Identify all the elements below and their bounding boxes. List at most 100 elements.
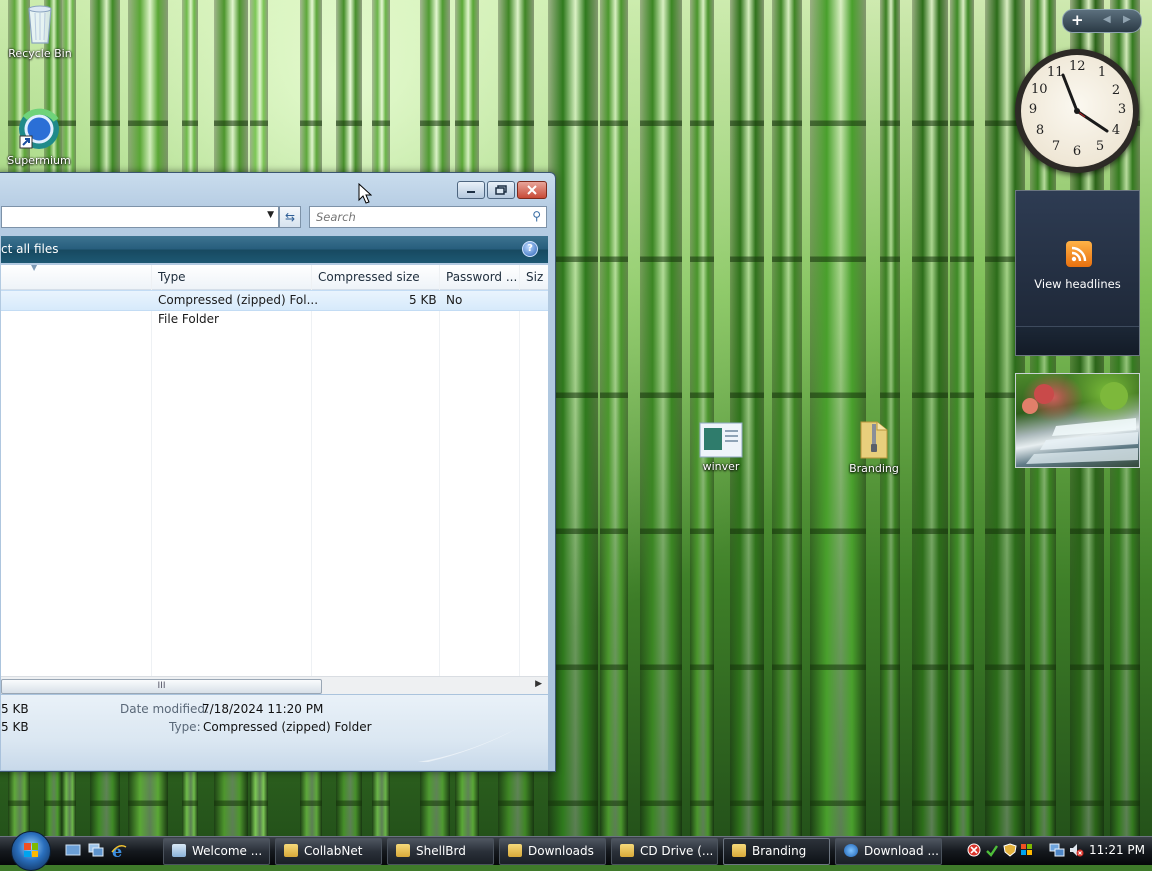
supermium-icon <box>16 106 62 152</box>
taskbar-button-welcome[interactable]: Welcome ... <box>163 838 270 865</box>
minimize-icon <box>467 191 475 193</box>
details-pane: 5 KB 5 KB Date modified: 7/18/2024 11:20… <box>1 695 548 770</box>
branding-label: Branding <box>849 462 899 475</box>
clock-face: 12 1 2 3 4 5 6 7 8 9 10 11 <box>1021 55 1133 167</box>
compressed-folder-window[interactable]: ▼ ⇆ ⚲ ct all files ? ▼ Type Compressed s… <box>0 172 556 772</box>
taskbar-button-label: ShellBrd <box>416 844 466 858</box>
winver-icon <box>699 422 743 458</box>
taskbar-button-label: Download ... <box>864 844 939 858</box>
column-password[interactable]: Password ... <box>446 270 517 284</box>
column-header-row: ▼ Type Compressed size Password ... Siz <box>1 265 548 290</box>
table-row[interactable]: Compressed (zipped) Fol... 5 KB No <box>1 290 548 311</box>
folder-icon <box>508 844 522 857</box>
search-input[interactable] <box>314 209 518 225</box>
taskbar-button-label: Downloads <box>528 844 594 858</box>
windows-flag-icon[interactable] <box>1020 843 1034 857</box>
row-compressed-size: 5 KB <box>409 293 437 307</box>
taskbar: e Welcome ... CollabNet ShellBrd Downloa… <box>0 831 1152 871</box>
details-size-1: 5 KB <box>1 702 29 716</box>
taskbar-button-download[interactable]: Download ... <box>835 838 942 865</box>
grip-icon: III <box>157 681 166 691</box>
rss-icon <box>1066 241 1092 267</box>
taskbar-button-branding[interactable]: Branding <box>723 838 830 865</box>
details-size-2: 5 KB <box>1 720 29 734</box>
search-icon[interactable]: ⚲ <box>532 209 541 223</box>
horizontal-scrollbar[interactable]: III ▶ <box>1 676 548 694</box>
show-desktop-icon[interactable] <box>65 843 81 857</box>
bamboo-stalk <box>600 0 628 836</box>
zip-folder-icon <box>732 844 746 857</box>
feed-gadget-footer <box>1016 326 1139 355</box>
clock-gadget[interactable]: 12 1 2 3 4 5 6 7 8 9 10 11 <box>1015 49 1139 173</box>
file-list: ▼ Type Compressed size Password ... Siz … <box>1 265 548 694</box>
type-label: Type: <box>169 720 201 734</box>
column-type[interactable]: Type <box>158 270 186 284</box>
column-gridline <box>519 265 520 694</box>
bamboo-stalk <box>640 0 682 836</box>
taskbar-button-label: CollabNet <box>304 844 363 858</box>
desktop-icon-branding[interactable]: Branding <box>834 418 914 475</box>
desktop-icon-recycle-bin[interactable]: Recycle Bin <box>0 3 80 60</box>
internet-explorer-icon[interactable]: e <box>111 843 127 857</box>
date-modified-value: 7/18/2024 11:20 PM <box>202 702 324 716</box>
close-icon <box>527 185 537 195</box>
column-gridline <box>311 265 312 694</box>
column-compressed-size[interactable]: Compressed size <box>318 270 420 284</box>
view-headlines-link[interactable]: View headlines <box>1016 277 1139 291</box>
feed-headlines-gadget[interactable]: View headlines <box>1015 190 1140 356</box>
taskbar-button-label: Welcome ... <box>192 844 263 858</box>
desktop-icon-supermium[interactable]: Supermium <box>0 106 79 167</box>
bamboo-stalk <box>772 0 802 836</box>
taskbar-button-label: CD Drive (... <box>640 844 714 858</box>
column-size[interactable]: Siz <box>526 270 543 284</box>
restore-icon <box>495 185 507 195</box>
row-type: Compressed (zipped) Fol... <box>158 293 319 307</box>
help-icon[interactable]: ? <box>522 241 538 257</box>
folder-icon <box>284 844 298 857</box>
address-bar[interactable]: ▼ <box>1 206 279 228</box>
mouse-cursor-icon <box>358 183 372 204</box>
desktop-icon-winver[interactable]: winver <box>681 422 761 473</box>
slideshow-gadget[interactable] <box>1015 373 1140 468</box>
waterfall-photo <box>1022 382 1138 464</box>
address-dropdown-icon[interactable]: ▼ <box>267 210 274 220</box>
command-bar: ct all files ? <box>1 236 548 263</box>
column-gridline <box>439 265 440 694</box>
update-icon[interactable] <box>985 843 999 857</box>
folder-icon <box>620 844 634 857</box>
volume-muted-icon[interactable] <box>1068 842 1084 858</box>
extract-all-files-button[interactable]: ct all files <box>1 242 58 256</box>
start-button[interactable] <box>11 831 51 871</box>
shield-icon[interactable] <box>1003 843 1017 857</box>
table-row[interactable]: File Folder <box>1 310 548 329</box>
minimize-button[interactable] <box>457 181 485 199</box>
taskbar-button-label: Branding <box>752 844 807 858</box>
maximize-button[interactable] <box>487 181 515 199</box>
scroll-right-icon[interactable]: ▶ <box>535 679 542 689</box>
refresh-button[interactable]: ⇆ <box>279 206 301 228</box>
close-button[interactable] <box>517 181 547 199</box>
next-icon[interactable]: ▶ <box>1123 14 1131 25</box>
zip-folder-icon <box>857 418 891 460</box>
taskbar-clock[interactable]: 11:21 PM <box>1089 843 1145 857</box>
row-password: No <box>446 293 463 307</box>
network-icon[interactable] <box>1049 842 1065 858</box>
taskbar-button-downloads[interactable]: Downloads <box>499 838 606 865</box>
taskbar-button-cd-drive[interactable]: CD Drive (... <box>611 838 718 865</box>
search-box[interactable]: ⚲ <box>309 206 547 228</box>
security-alert-icon[interactable] <box>967 843 981 857</box>
add-gadget-icon[interactable]: + <box>1071 11 1084 29</box>
sidebar-controls: + ◀ ▶ <box>1062 9 1142 33</box>
bamboo-stalk <box>912 0 948 836</box>
previous-icon[interactable]: ◀ <box>1103 14 1111 25</box>
clock-hands <box>1061 73 1109 133</box>
switch-windows-icon[interactable] <box>88 843 104 857</box>
window-caption-buttons <box>457 181 547 199</box>
scroll-thumb[interactable]: III <box>1 679 322 694</box>
taskbar-button-collabnet[interactable]: CollabNet <box>275 838 382 865</box>
taskbar-button-shellbrd[interactable]: ShellBrd <box>387 838 494 865</box>
winver-label: winver <box>702 460 740 473</box>
supermium-label: Supermium <box>7 154 71 167</box>
welcome-center-icon <box>172 844 186 857</box>
bamboo-stalk <box>690 0 714 836</box>
